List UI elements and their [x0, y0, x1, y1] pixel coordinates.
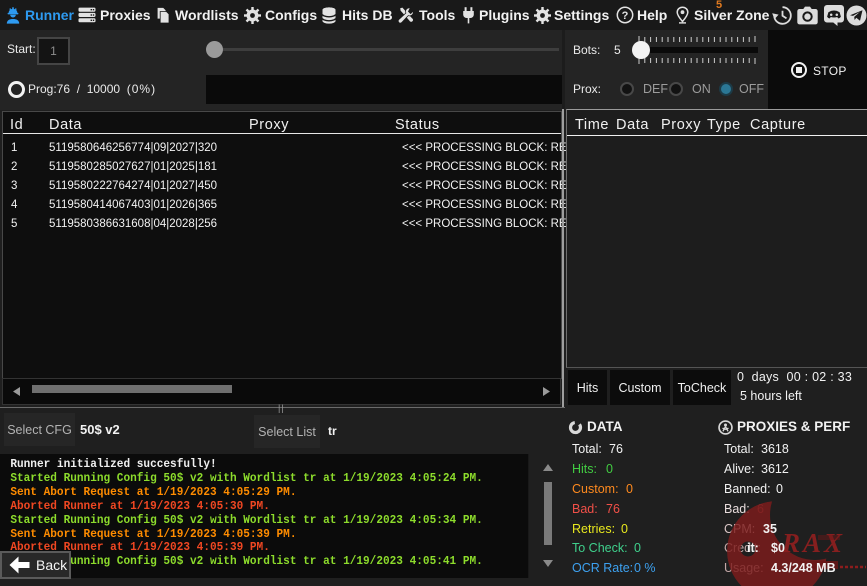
svg-text:RAX: RAX — [781, 528, 845, 558]
svg-text:?: ? — [622, 10, 629, 22]
